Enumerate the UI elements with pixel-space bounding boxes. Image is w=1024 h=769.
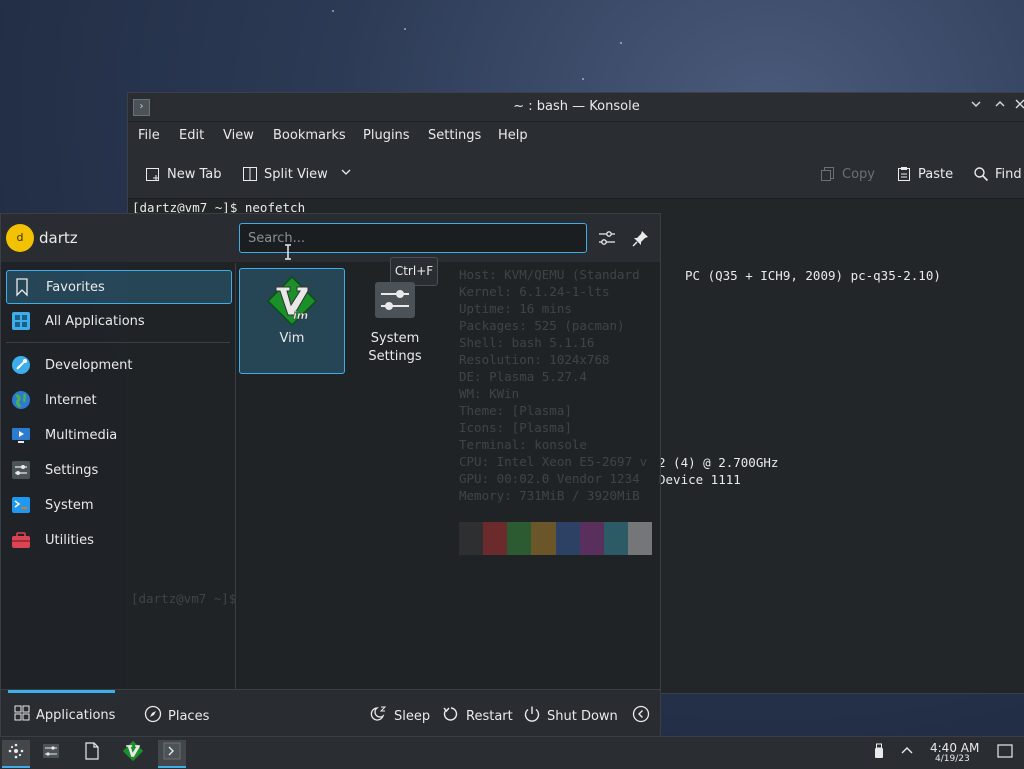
configure-icon[interactable]: [598, 229, 616, 247]
vim-icon: im: [266, 275, 318, 327]
text-cursor-icon: [284, 244, 292, 264]
chevron-left-circle-icon: [632, 705, 650, 727]
category-separator: [6, 342, 230, 343]
launcher-vertical-divider: [235, 263, 236, 689]
application-launcher-button[interactable]: [2, 740, 30, 768]
taskbar: 4:40 AM 4/19/23: [0, 736, 1024, 769]
restart-button[interactable]: Restart: [442, 705, 513, 727]
utilities-icon: [11, 530, 31, 550]
app-label-vim: Vim: [279, 331, 305, 346]
system-icon: [11, 495, 31, 515]
chevron-down-icon[interactable]: [334, 166, 352, 182]
window-title: ~ : bash — Konsole: [513, 99, 640, 114]
category-internet[interactable]: Internet: [6, 384, 230, 416]
konsole-toolbar: New Tab Split View Copy Paste Find: [128, 150, 1024, 199]
menu-plugins[interactable]: Plugins: [363, 128, 410, 143]
konsole-taskbar-icon: [163, 742, 181, 764]
development-icon: [11, 355, 31, 375]
device-notifier-button[interactable]: [865, 740, 893, 766]
app-tile-system-settings[interactable]: System Settings: [343, 268, 447, 372]
pin-icon[interactable]: [632, 229, 650, 247]
application-launcher: Host: KVM/QEMU (Standard Kernel: 6.1.24-…: [0, 213, 661, 737]
paste-button[interactable]: Paste: [896, 166, 953, 182]
file-icon: [84, 742, 100, 764]
color-palette: [459, 522, 652, 555]
chevron-up-icon: [900, 744, 914, 762]
copy-icon: [820, 166, 836, 182]
menu-file[interactable]: File: [138, 128, 160, 143]
menu-settings[interactable]: Settings: [428, 128, 481, 143]
tab-applications[interactable]: Applications: [14, 705, 115, 725]
avatar[interactable]: d: [6, 224, 34, 252]
bookmark-icon: [12, 277, 32, 297]
shutdown-button[interactable]: Shut Down: [523, 705, 618, 727]
menu-bookmarks[interactable]: Bookmarks: [273, 128, 346, 143]
menu-help[interactable]: Help: [498, 128, 528, 143]
app-tile-vim[interactable]: im Vim: [239, 268, 345, 374]
category-multimedia[interactable]: Multimedia: [6, 419, 230, 451]
maximize-icon[interactable]: [992, 98, 1008, 114]
settings-icon: [11, 460, 31, 480]
clock-time: 4:40 AM: [930, 741, 980, 755]
tab-places[interactable]: Places: [144, 705, 209, 727]
vim-taskbar-icon: [122, 740, 144, 766]
launcher-header: d dartz: [1, 214, 660, 262]
paste-icon: [896, 166, 912, 182]
search-input[interactable]: [246, 224, 580, 252]
launcher-footer: Applications Places Sleep Restart Shut D…: [1, 689, 660, 737]
taskbar-vim[interactable]: [119, 740, 147, 766]
internet-icon: [11, 390, 31, 410]
usb-drive-icon: [873, 743, 885, 763]
show-desktop-button[interactable]: [991, 740, 1019, 766]
copy-button[interactable]: Copy: [820, 166, 875, 182]
category-system[interactable]: System: [6, 489, 230, 521]
all-applications-icon: [11, 311, 31, 331]
menu-bar: File Edit View Bookmarks Plugins Setting…: [128, 122, 1024, 150]
search-icon: [973, 166, 989, 182]
show-desktop-icon: [997, 744, 1013, 762]
system-settings-taskbar-icon: [42, 742, 60, 764]
minimize-icon[interactable]: [968, 98, 984, 114]
find-button[interactable]: Find: [973, 166, 1022, 182]
menu-view[interactable]: View: [223, 128, 254, 143]
taskbar-system-settings[interactable]: [37, 740, 65, 766]
menu-edit[interactable]: Edit: [179, 128, 204, 143]
user-name: dartz: [39, 229, 78, 247]
compass-icon: [144, 705, 162, 727]
sleep-icon: [370, 705, 388, 727]
sleep-button[interactable]: Sleep: [370, 705, 430, 727]
multimedia-icon: [11, 425, 31, 445]
close-icon[interactable]: [1014, 98, 1024, 114]
category-settings[interactable]: Settings: [6, 454, 230, 486]
system-settings-icon: [369, 274, 421, 326]
active-tab-indicator: [8, 690, 115, 693]
category-utilities[interactable]: Utilities: [6, 524, 230, 556]
clock-date: 4/19/23: [935, 754, 970, 764]
new-tab-button[interactable]: New Tab: [145, 166, 222, 182]
taskbar-file-manager[interactable]: [78, 740, 106, 766]
terminal-cpu-line: 2 (4) @ 2.700GHz: [658, 455, 779, 470]
power-icon: [523, 705, 541, 727]
app-label-system-settings: System Settings: [368, 331, 422, 364]
terminal-host-line: PC (Q35 + ICH9, 2009) pc-q35-2.10): [685, 268, 941, 283]
terminal-gpu-line: Device 1111: [658, 472, 741, 487]
split-view-icon: [242, 166, 258, 182]
konsole-titlebar[interactable]: › ~ : bash — Konsole: [128, 93, 1024, 122]
restart-icon: [442, 705, 460, 727]
category-favorites[interactable]: Favorites: [6, 270, 232, 304]
category-all-applications[interactable]: All Applications: [6, 305, 230, 337]
category-development[interactable]: Development: [6, 349, 230, 381]
applications-grid-icon: [14, 705, 30, 725]
kde-launcher-icon: [7, 742, 25, 764]
new-tab-icon: [145, 166, 161, 182]
taskbar-konsole[interactable]: [158, 740, 186, 768]
more-options-button[interactable]: [632, 705, 650, 727]
split-view-button[interactable]: Split View: [242, 166, 352, 182]
system-tray-expand-button[interactable]: [893, 740, 921, 766]
svg-text:im: im: [293, 309, 308, 322]
